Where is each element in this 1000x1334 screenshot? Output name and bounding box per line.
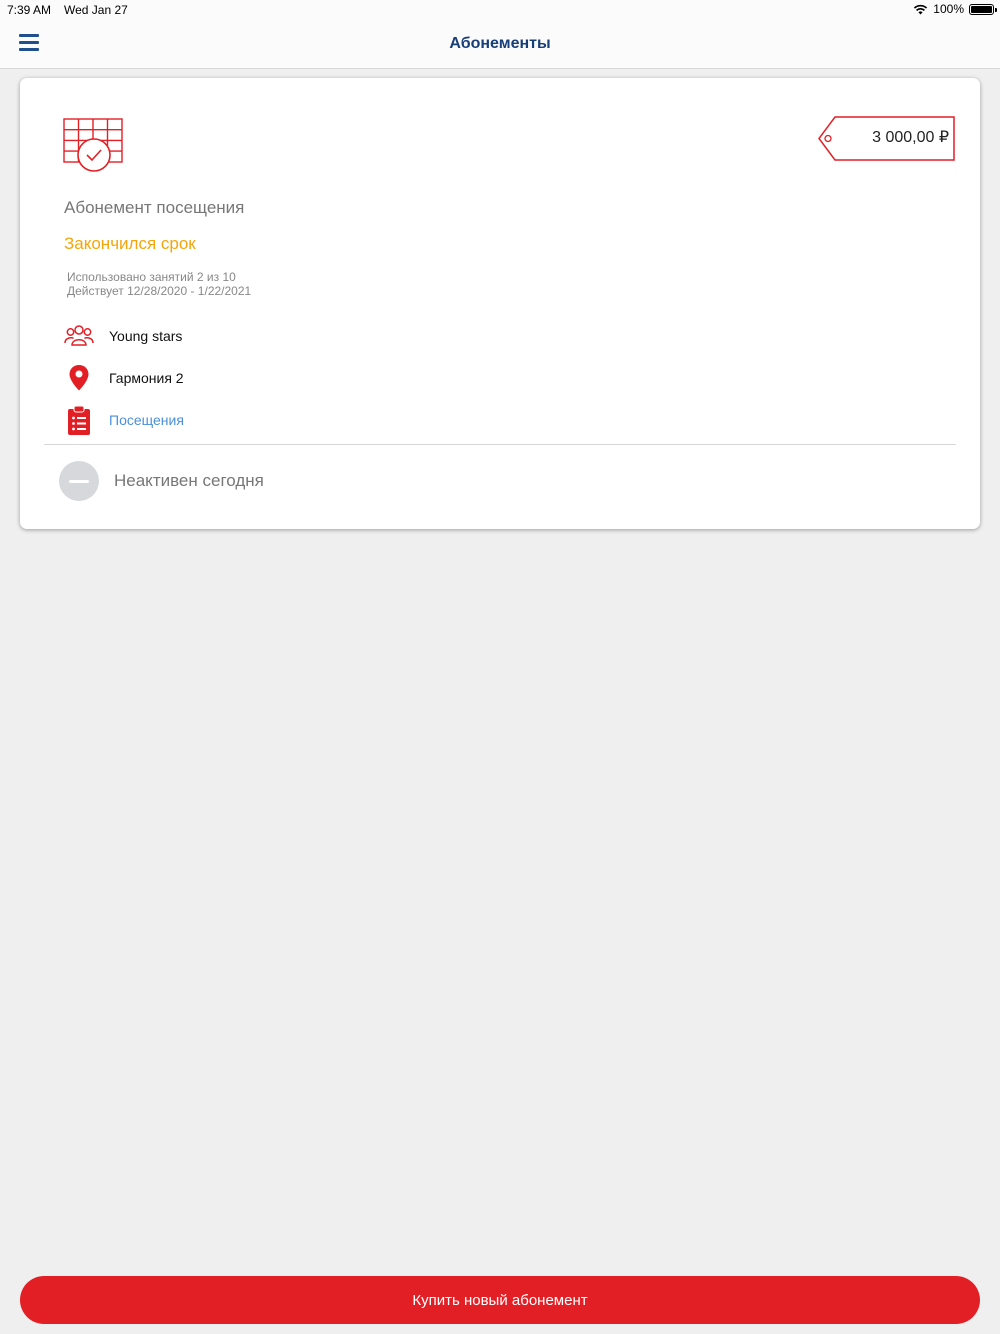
today-status-label: Неактивен сегодня	[114, 471, 264, 490]
subscription-status: Закончился срок	[64, 234, 196, 253]
used-sessions: Использовано занятий 2 из 10	[67, 270, 236, 284]
nav-bar: Абонементы	[0, 20, 1000, 69]
status-date: Wed Jan 27	[64, 3, 128, 17]
visits-row[interactable]: Посещения	[64, 405, 184, 435]
group-icon	[64, 325, 94, 346]
status-bar: 7:39 AM Wed Jan 27 100%	[0, 0, 1000, 20]
wifi-icon	[914, 4, 928, 14]
location-row: Гармония 2	[64, 364, 184, 392]
clipboard-list-icon	[68, 405, 90, 435]
status-right: 100%	[913, 2, 997, 16]
visits-link[interactable]: Посещения	[109, 412, 184, 428]
status-time: 7:39 AM	[7, 3, 52, 17]
divider	[44, 444, 956, 445]
page-title: Абонементы	[449, 35, 551, 52]
calendar-check-icon	[63, 118, 123, 172]
price-tag: 3 000,00 ₽	[817, 116, 957, 162]
subscription-meta: Использовано занятий 2 из 10 Действует 1…	[67, 270, 251, 298]
minus-circle-icon	[59, 461, 99, 501]
battery-icon	[969, 3, 997, 15]
today-status: Неактивен сегодня	[59, 461, 264, 501]
subscription-title: Абонемент посещения	[64, 198, 245, 217]
validity-period: Действует 12/28/2020 - 1/22/2021	[67, 284, 252, 298]
group-row: Young stars	[64, 322, 182, 350]
location-name: Гармония 2	[109, 370, 184, 386]
location-pin-icon	[69, 365, 89, 391]
group-name: Young stars	[109, 328, 183, 344]
battery-percent: 100%	[933, 2, 964, 16]
price-value: 3 000,00 ₽	[872, 129, 949, 146]
subscription-card[interactable]: 3 000,00 ₽ Абонемент посещения Закончилс…	[20, 78, 980, 529]
buy-subscription-button[interactable]: Купить новый абонемент	[20, 1276, 980, 1324]
